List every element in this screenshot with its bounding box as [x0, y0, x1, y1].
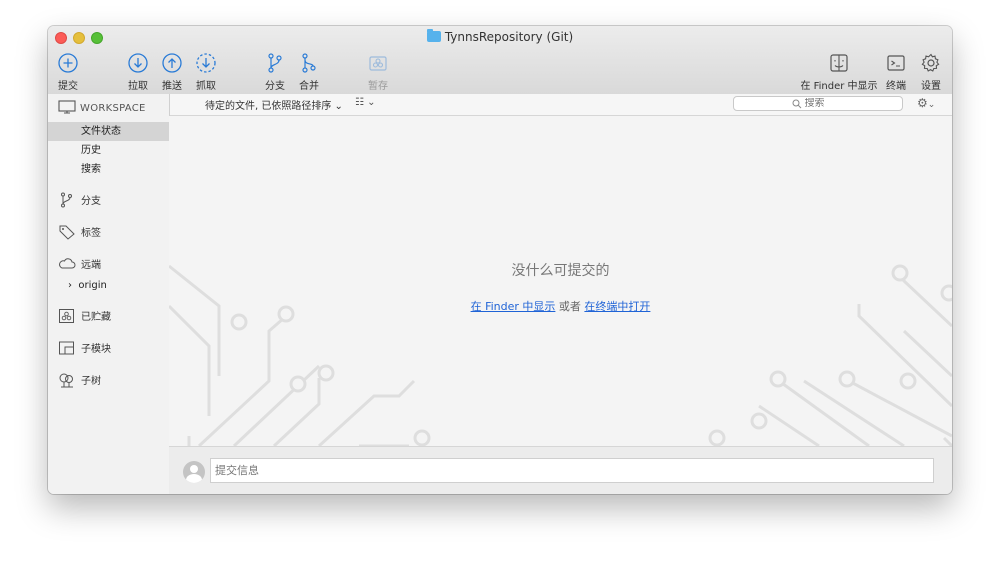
search-input[interactable]	[804, 98, 845, 109]
sidebar: WORKSPACE 文件状态 历史 搜索 分支 标签 远端 › origin 已…	[48, 94, 170, 494]
sidebar-item-search[interactable]: 搜索	[48, 160, 169, 179]
monitor-icon	[58, 100, 76, 114]
arrow-up-circle-icon	[162, 53, 182, 73]
sort-dropdown[interactable]: 待定的文件, 已依照路径排序 ⌄	[205, 97, 343, 112]
search-field[interactable]	[733, 96, 903, 111]
sidebar-workspace-header: WORKSPACE	[58, 100, 146, 114]
search-icon	[792, 99, 801, 108]
empty-state-links: 在 Finder 中显示 或者 在终端中打开	[470, 300, 651, 313]
sidebar-item-history[interactable]: 历史	[48, 141, 169, 160]
fetch-button[interactable]: 抓取	[184, 52, 228, 92]
finder-icon	[830, 54, 848, 72]
circuit-background-illustration	[169, 264, 952, 446]
chevron-right-icon: ›	[68, 280, 72, 291]
chevron-down-icon: ⌄	[334, 101, 343, 112]
commit-message-area	[169, 446, 952, 494]
tag-icon	[59, 225, 75, 240]
gear-icon	[921, 53, 940, 72]
sidebar-item-stashes[interactable]: 已贮藏	[58, 308, 111, 324]
gear-icon: ⚙	[917, 96, 928, 110]
app-window: TynnsRepository (Git) 提交 拉取 推送 抓取 分支 合并	[48, 26, 952, 494]
open-in-terminal-link[interactable]: 在终端中打开	[584, 300, 650, 313]
window-title: TynnsRepository (Git)	[48, 29, 952, 44]
plus-circle-icon	[58, 53, 78, 73]
arrow-down-circle-icon	[128, 53, 148, 73]
folder-icon	[426, 29, 441, 42]
sidebar-item-branches[interactable]: 分支	[58, 192, 101, 208]
sidebar-item-file-status[interactable]: 文件状态	[48, 122, 169, 141]
action-menu-button[interactable]: ⚙⌄	[917, 96, 935, 110]
merge-icon	[302, 53, 316, 73]
sidebar-item-tags[interactable]: 标签	[58, 224, 101, 240]
tree-icon	[59, 373, 73, 388]
branch-icon	[268, 53, 282, 73]
commit-message-input[interactable]	[210, 458, 934, 483]
chevron-down-icon: ⌄	[927, 100, 936, 110]
cloud-icon	[59, 258, 76, 269]
submodule-icon	[59, 341, 74, 355]
branch-icon	[61, 192, 72, 208]
stash-icon	[59, 309, 74, 323]
filter-bar: 待定的文件, 已依照路径排序 ⌄ ☷ ⌄ ⚙⌄	[169, 94, 952, 116]
stash-button[interactable]: 暂存	[356, 52, 400, 92]
titlebar: TynnsRepository (Git) 提交 拉取 推送 抓取 分支 合并	[48, 26, 952, 95]
sidebar-item-remotes[interactable]: 远端	[58, 256, 101, 272]
show-in-finder-button[interactable]: 在 Finder 中显示	[798, 52, 880, 92]
avatar	[183, 461, 205, 483]
merge-button[interactable]: 合并	[287, 52, 331, 92]
sidebar-item-submodules[interactable]: 子模块	[58, 340, 111, 356]
stash-icon	[369, 56, 387, 71]
terminal-icon	[887, 55, 905, 71]
empty-state-title: 没什么可提交的	[511, 263, 610, 279]
sidebar-item-origin[interactable]: › origin	[68, 280, 107, 291]
file-status-panel: 没什么可提交的 在 Finder 中显示 或者 在终端中打开	[169, 116, 952, 446]
arrow-down-dashed-circle-icon	[196, 53, 216, 73]
show-in-finder-link[interactable]: 在 Finder 中显示	[471, 300, 556, 313]
list-view-icon: ☷ ⌄	[355, 97, 376, 108]
view-options-dropdown[interactable]: ☷ ⌄	[355, 97, 376, 108]
settings-button[interactable]: 设置	[909, 52, 952, 92]
sidebar-item-subtrees[interactable]: 子树	[58, 372, 101, 388]
commit-button[interactable]: 提交	[48, 52, 90, 92]
